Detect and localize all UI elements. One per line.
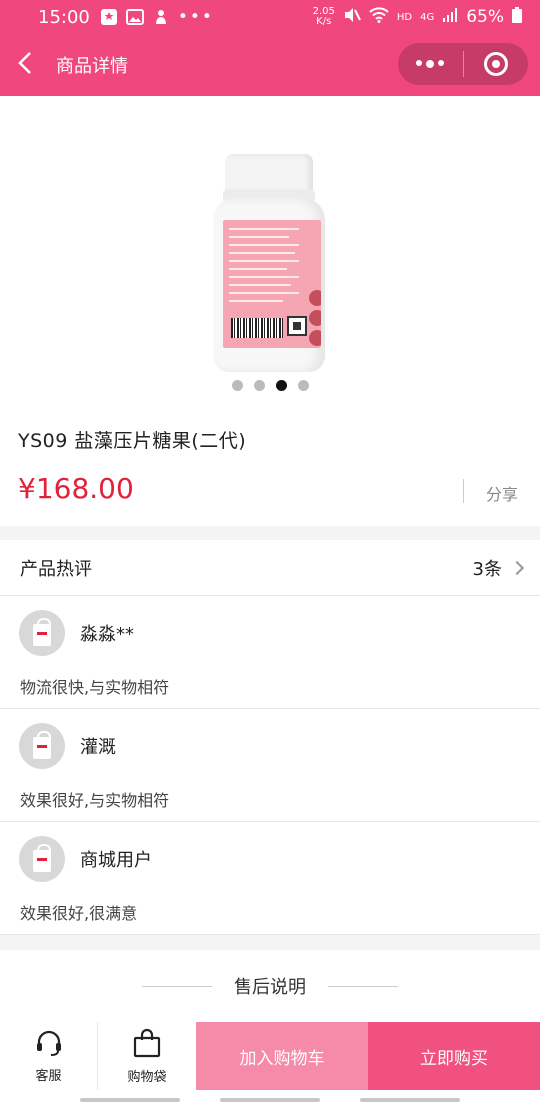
shopping-bag-icon bbox=[132, 1028, 162, 1066]
customer-service-button[interactable]: 客服 bbox=[0, 1022, 98, 1090]
buy-now-button[interactable]: 立即购买 bbox=[368, 1022, 540, 1090]
nav-pill[interactable] bbox=[80, 1098, 180, 1102]
gallery-dot-active[interactable] bbox=[275, 380, 287, 391]
divider-line bbox=[328, 985, 398, 987]
target-close-icon bbox=[483, 52, 508, 76]
battery-level: 65% bbox=[466, 7, 504, 27]
reviews-section: 产品热评 3条 淼淼** 物流很快,与实物相符 灌溉 效果很好,与实物相符 商城… bbox=[0, 540, 540, 935]
network-type: HD bbox=[396, 11, 413, 23]
product-gallery[interactable] bbox=[0, 96, 540, 396]
more-notifications-icon: ••• bbox=[177, 7, 214, 27]
wifi-icon bbox=[369, 6, 389, 28]
figure-notification-icon bbox=[152, 8, 170, 26]
close-miniprogram-button[interactable] bbox=[464, 43, 529, 85]
app-notification-icon bbox=[100, 8, 118, 26]
customer-service-label: 客服 bbox=[35, 1068, 62, 1084]
system-nav-bar bbox=[0, 1090, 540, 1110]
signal-label: 4G bbox=[420, 11, 435, 23]
page-title: 商品详情 bbox=[56, 56, 128, 77]
reviews-count: 3条 bbox=[472, 555, 525, 581]
review-item: 商城用户 效果很好,很满意 bbox=[0, 822, 540, 935]
chevron-right-icon bbox=[509, 560, 525, 575]
divider-line bbox=[142, 985, 212, 987]
gallery-dot[interactable] bbox=[231, 380, 243, 391]
status-time: 15:00 bbox=[38, 6, 90, 28]
nav-pill[interactable] bbox=[220, 1098, 320, 1102]
product-price: ¥168.00 bbox=[18, 472, 134, 505]
gallery-notification-icon bbox=[125, 8, 144, 26]
miniprogram-capsule bbox=[398, 43, 528, 85]
review-user: 商城用户 bbox=[80, 850, 152, 871]
net-speed: 2.05 K/s bbox=[313, 7, 335, 27]
headset-icon bbox=[34, 1029, 64, 1065]
avatar bbox=[19, 836, 65, 882]
gallery-dot[interactable] bbox=[297, 380, 309, 391]
bottom-action-bar: 客服 购物袋 加入购物车 立即购买 bbox=[0, 1022, 540, 1090]
review-user: 淼淼** bbox=[80, 624, 134, 645]
reviews-title: 产品热评 bbox=[20, 558, 92, 580]
review-text: 效果很好,与实物相符 bbox=[20, 791, 170, 810]
more-menu-button[interactable] bbox=[398, 43, 463, 85]
signal-icon bbox=[442, 7, 458, 28]
share-divider bbox=[463, 479, 464, 503]
shopping-bag-button[interactable]: 购物袋 bbox=[98, 1022, 196, 1090]
status-bar: 15:00 ••• 2.05 K/s HD 4G 65% bbox=[0, 0, 540, 34]
share-button[interactable]: 分享 bbox=[486, 481, 518, 505]
more-dots-icon bbox=[416, 60, 445, 68]
gallery-dot[interactable] bbox=[253, 380, 265, 391]
after-sales-heading: 售后说明 bbox=[0, 950, 540, 1022]
avatar bbox=[19, 610, 65, 656]
reviews-count-label: 3条 bbox=[472, 558, 502, 580]
product-name: YS09 盐藻压片糖果(二代) bbox=[18, 430, 247, 452]
battery-icon bbox=[512, 6, 522, 28]
shopping-bag-label: 购物袋 bbox=[127, 1069, 167, 1085]
reviews-header[interactable]: 产品热评 3条 bbox=[0, 540, 540, 596]
gallery-indicator bbox=[0, 380, 540, 391]
net-speed-unit: K/s bbox=[316, 16, 332, 27]
mute-icon bbox=[343, 6, 361, 29]
chevron-left-icon bbox=[18, 51, 32, 79]
add-to-cart-button[interactable]: 加入购物车 bbox=[196, 1022, 368, 1090]
review-user: 灌溉 bbox=[80, 737, 116, 758]
avatar bbox=[19, 723, 65, 769]
review-text: 效果很好,很满意 bbox=[20, 904, 138, 923]
review-text: 物流很快,与实物相符 bbox=[20, 678, 170, 697]
nav-bar: 商品详情 bbox=[0, 34, 540, 96]
back-button[interactable] bbox=[0, 34, 50, 96]
product-image bbox=[213, 154, 325, 372]
after-sales-title: 售后说明 bbox=[234, 977, 306, 998]
product-panel: YS09 盐藻压片糖果(二代) ¥168.00 分享 bbox=[0, 96, 540, 526]
review-item: 灌溉 效果很好,与实物相符 bbox=[0, 709, 540, 822]
review-item: 淼淼** 物流很快,与实物相符 bbox=[0, 596, 540, 709]
nav-pill[interactable] bbox=[360, 1098, 460, 1102]
